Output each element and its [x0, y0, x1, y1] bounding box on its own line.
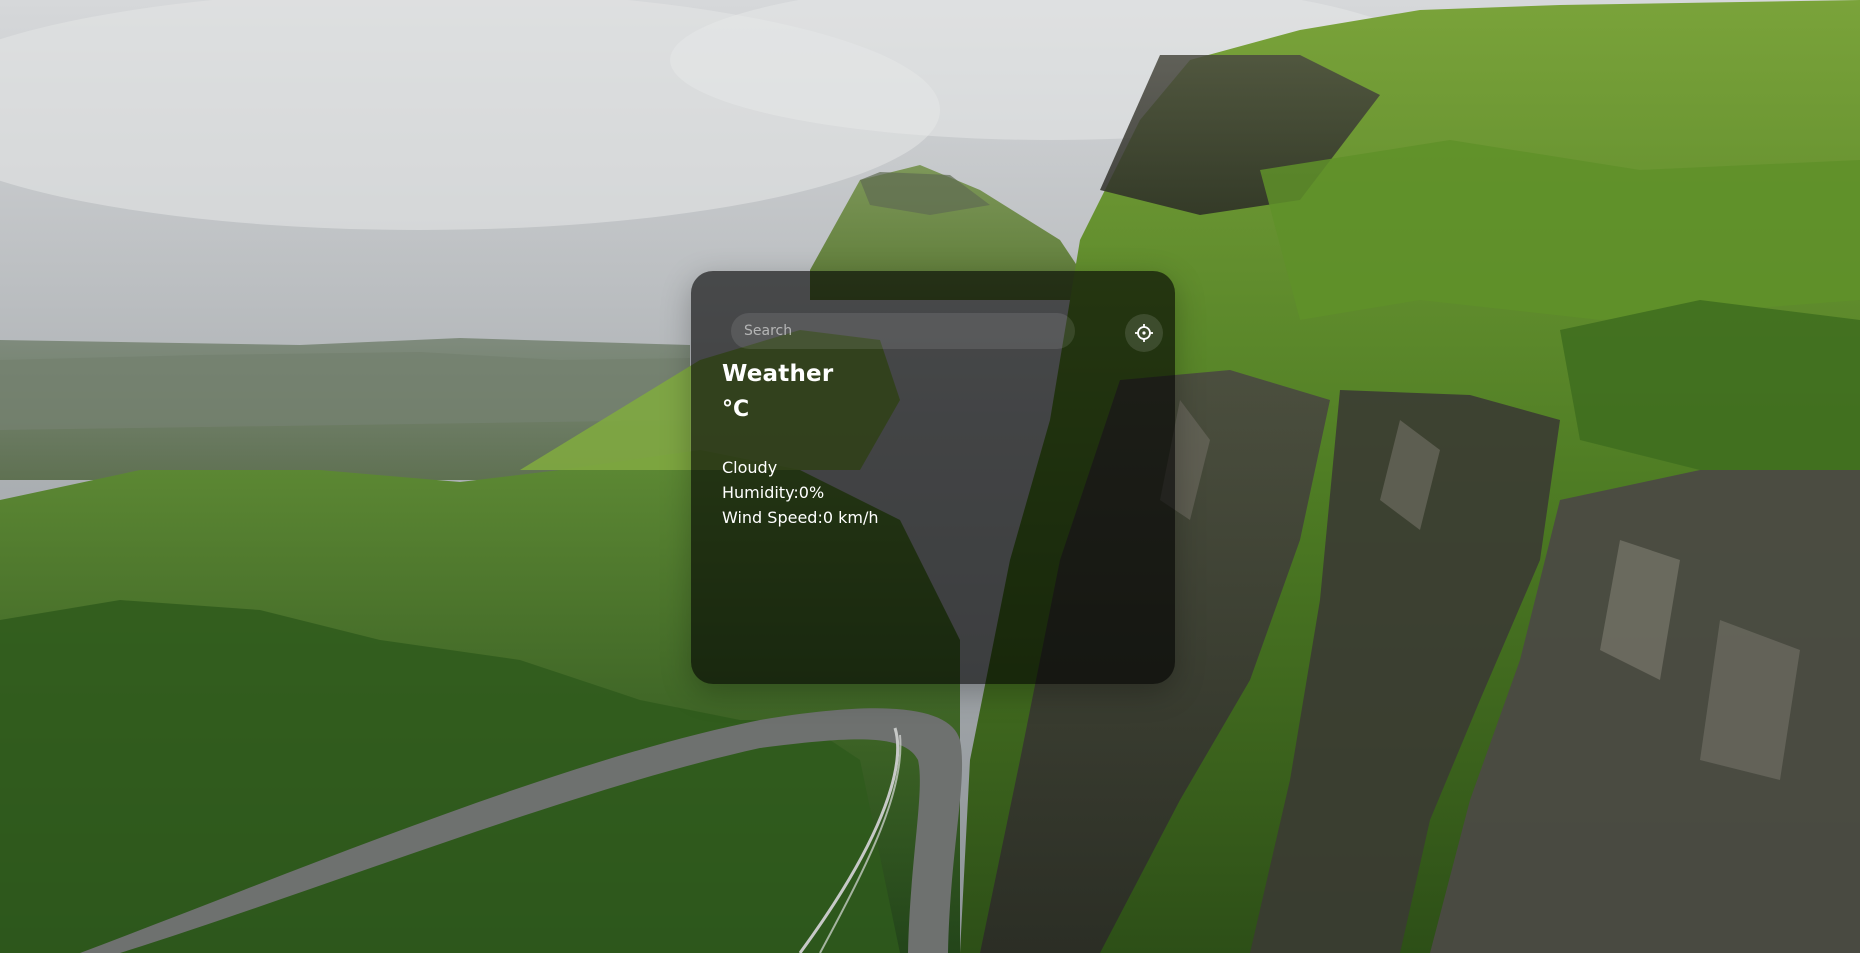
wind-speed-text: Wind Speed:0 km/h: [722, 508, 879, 527]
crosshair-icon: [1135, 324, 1153, 342]
search-input[interactable]: [731, 313, 1075, 349]
humidity-text: Humidity:0%: [722, 483, 825, 502]
weather-title: Weather: [722, 361, 834, 387]
condition-text: Cloudy: [722, 458, 778, 477]
weather-details: Cloudy Humidity:0% Wind Speed:0 km/h: [722, 455, 879, 530]
locate-button[interactable]: [1125, 314, 1163, 352]
search-bar: [731, 313, 1163, 352]
temperature-value: °C: [722, 397, 750, 422]
weather-card: Weather °C Cloudy Humidity:0% Wind Speed…: [691, 271, 1175, 684]
